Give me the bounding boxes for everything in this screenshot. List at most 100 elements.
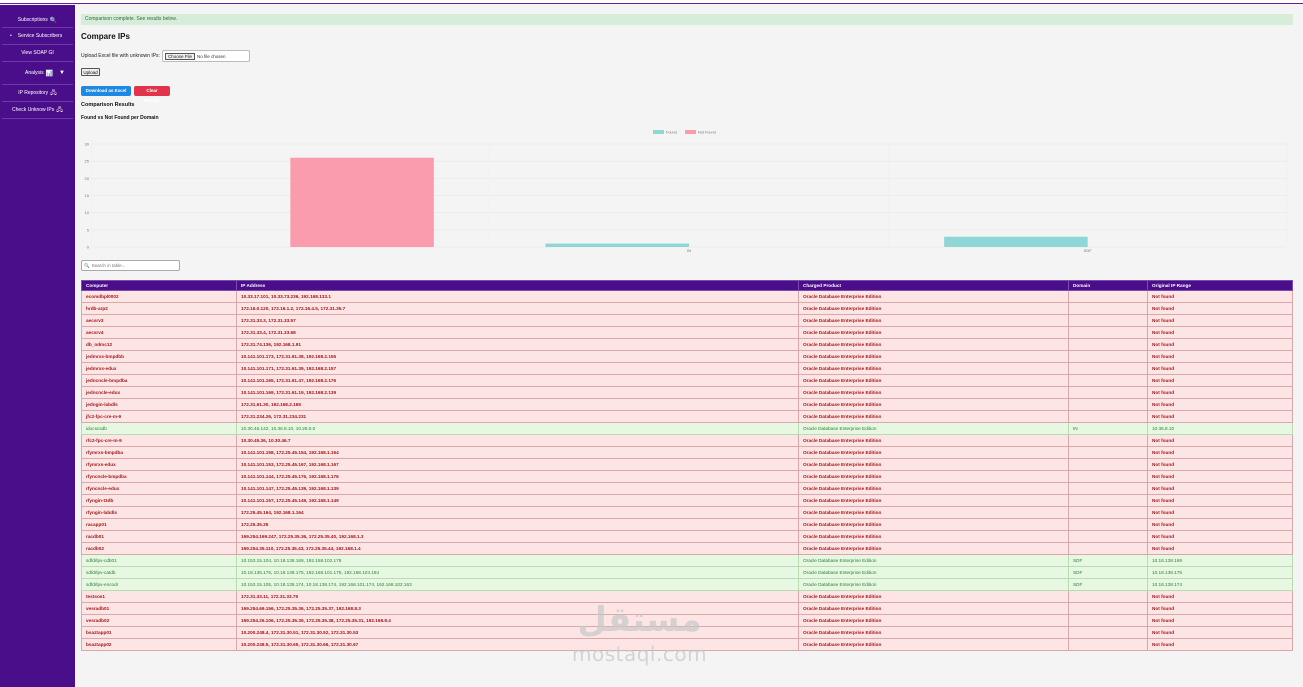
table-row: jedngin-labdls 172.31.61.30, 192.168.2.16… (81, 398, 1293, 411)
results-table: Computer IP Address Charged Product Doma… (81, 280, 1293, 651)
chart-heading: Found vs Not Found per Domain (81, 115, 159, 121)
file-input[interactable]: Choose File No file chosen (161, 50, 250, 62)
sidebar-item-service-subscribers[interactable]: • Service Subscribers (2, 28, 73, 45)
table-cell: sdfdrlpv-encodr (81, 578, 237, 591)
upload-label: Upload Excel file with unknown IPs: (81, 53, 160, 59)
table-cell: 10.141.101.169, 172.31.61.19, 192.168.2.… (236, 386, 799, 399)
file-status: No file chosen (196, 53, 226, 59)
y-tick-label: 5 (87, 227, 90, 232)
sidebar-item-label: Analysis (25, 70, 44, 76)
table-cell: Oracle Database Enterprise Edition (798, 434, 1069, 447)
table-row: rfc2-fpc-cre-m-9 10.30.45.36, 10.30.46.7 O… (81, 434, 1293, 447)
table-cell: aecsrv3 (81, 314, 237, 327)
table-row: rfyngin-labdls 172.25.45.164, 192.168.1.1… (81, 506, 1293, 519)
table-search[interactable]: 🔍 (81, 260, 180, 271)
table-cell: 10.18.135.175, 10.18.138.175, 192.168.10… (236, 566, 799, 579)
table-cell: Not found (1147, 290, 1293, 303)
table-cell: bsaztapp02 (81, 638, 237, 651)
table-cell: 10.153.15.105, 10.18.135.174, 10.18.138.… (236, 578, 799, 591)
table-cell: 10.141.101.153, 172.25.45.167, 192.168.1… (236, 458, 799, 471)
table-cell: 10.141.101.144, 172.25.45.176, 192.168.1… (236, 470, 799, 483)
table-cell: Oracle Database Enterprise Edition (798, 422, 1069, 435)
table-cell: Not found (1147, 434, 1293, 447)
success-alert: Comparison complete. See results below. (81, 14, 1293, 25)
column-header[interactable]: Domain (1068, 280, 1148, 291)
search-input[interactable] (91, 263, 177, 268)
column-header[interactable]: IP Address (236, 280, 799, 291)
table-cell: 10.141.101.165, 172.31.61.47, 192.168.2.… (236, 374, 799, 387)
table-cell: rfymrxs-bmpdba (81, 446, 237, 459)
table-cell (1068, 290, 1148, 303)
table-cell: Not found (1147, 386, 1293, 399)
table-cell (1068, 506, 1148, 519)
table-cell: aecsrv4 (81, 326, 237, 339)
table-cell: 10.141.101.157, 172.25.45.149, 192.168.1… (236, 494, 799, 507)
table-cell: 10.141.101.171, 172.31.61.39, 192.168.2.… (236, 362, 799, 375)
table-cell: 10.33.17.101, 10.33.73.236, 192.168.133.… (236, 290, 799, 303)
table-cell: 169.254.69.156, 172.25.35.36, 172.25.35.… (236, 602, 799, 615)
column-header[interactable]: Computer (81, 280, 237, 291)
table-cell: 169.254.169.247, 172.25.35.36, 172.25.35… (236, 530, 799, 543)
table-cell: SDF (1068, 554, 1148, 567)
table-cell: jedncncle-edux (81, 386, 237, 399)
sidebar-item-analysis[interactable]: Analysis 📊 ▼ (2, 62, 73, 85)
table-cell: rfymrxs-edux (81, 458, 237, 471)
table-row: sdfdrlpv-catdb 10.18.135.175, 10.18.138.1… (81, 566, 1293, 579)
chevron-down-icon[interactable]: ▼ (59, 70, 65, 76)
choose-file-button[interactable]: Choose File (164, 52, 195, 60)
table-cell: 172.16.0.120, 172.16.1.2, 172.16.4.5, 17… (236, 302, 799, 315)
watermark-arabic: مستقل (577, 600, 702, 640)
upload-button[interactable]: Upload (81, 68, 100, 76)
table-cell: Oracle Database Enterprise Edition (798, 386, 1069, 399)
sidebar-item-check-unknown-ips[interactable]: Check Unknow IPs 🖧 (2, 102, 73, 119)
column-header[interactable]: Original IP Range (1147, 280, 1293, 291)
table-row: rfyncncle-bmpdba 10.141.101.144, 172.25.4… (81, 470, 1293, 483)
chart-icon: 📊 (45, 70, 54, 77)
sidebar-item-subscriptions[interactable]: Subscriptions 🔍 (2, 13, 73, 28)
table-cell: Oracle Database Enterprise Edition (798, 350, 1069, 363)
table-cell: Not found (1147, 506, 1293, 519)
x-tick-label: SDF (1084, 248, 1093, 252)
table-cell: Oracle Database Enterprise Edition (798, 518, 1069, 531)
table-cell (1068, 362, 1148, 375)
y-tick-label: 10 (85, 210, 90, 215)
table-cell (1068, 446, 1148, 459)
sidebar-item-label: View SOAP GI (21, 50, 54, 56)
table-cell (1068, 542, 1148, 555)
table-cell: racdb02 (81, 542, 237, 555)
table-cell: Oracle Database Enterprise Edition (798, 458, 1069, 471)
table-cell: Oracle Database Enterprise Edition (798, 482, 1069, 495)
sidebar-item-view-soap[interactable]: View SOAP GI (2, 45, 73, 62)
table-cell: 172.31.33.11, 172.31.33.75 (236, 590, 799, 603)
table-cell (1068, 350, 1148, 363)
table-cell: sdfdrlpv-catdb (81, 566, 237, 579)
y-tick-label: 0 (87, 245, 90, 250)
table-cell (1068, 302, 1148, 315)
sidebar-item-ip-repository[interactable]: IP Repository 🖧 (2, 85, 73, 102)
table-cell: Not found (1147, 494, 1293, 507)
clear-results-button[interactable]: Clear Results (134, 86, 170, 103)
table-cell: Not found (1147, 398, 1293, 411)
table-cell (1068, 470, 1148, 483)
x-tick-label: IN (687, 248, 691, 252)
table-cell: Not found (1147, 530, 1293, 543)
download-excel-button[interactable]: Download as Excel (81, 86, 131, 96)
table-cell: Oracle Database Enterprise Edition (798, 374, 1069, 387)
column-header[interactable]: Charged Product (798, 280, 1069, 291)
table-cell: Not found (1147, 602, 1293, 615)
table-cell: db_ndmc12 (81, 338, 237, 351)
table-cell: 10.30.45.36, 10.30.46.7 (236, 434, 799, 447)
table-cell: jedmrxs-bmpdbb (81, 350, 237, 363)
table-cell: ecomdbpl0002 (81, 290, 237, 303)
table-cell: Not found (1147, 302, 1293, 315)
table-cell: Oracle Database Enterprise Edition (798, 506, 1069, 519)
table-cell: 172.31.33.3, 172.31.33.57 (236, 314, 799, 327)
table-cell: Oracle Database Enterprise Edition (798, 362, 1069, 375)
bar-found (944, 236, 1088, 247)
top-border (0, 0, 1303, 4)
table-cell: Not found (1147, 458, 1293, 471)
table-cell: Oracle Database Enterprise Edition (798, 338, 1069, 351)
table-cell: SDF (1068, 566, 1148, 579)
table-cell: Oracle Database Enterprise Edition (798, 410, 1069, 423)
table-cell: Not found (1147, 362, 1293, 375)
